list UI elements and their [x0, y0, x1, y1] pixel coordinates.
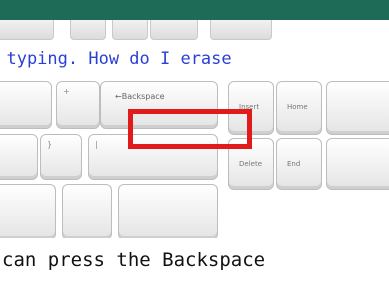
- key-label-bracket: }: [47, 140, 53, 149]
- key-row3: [62, 184, 112, 238]
- keyboard-top-row: [0, 20, 389, 40]
- key-page-down: [326, 138, 389, 190]
- key-row3: [118, 184, 218, 238]
- key-label-home: Home: [287, 103, 308, 111]
- backspace-highlight-box: [128, 109, 252, 149]
- key-home: Home: [276, 81, 322, 135]
- key-top: [150, 20, 198, 40]
- key-label-backspace: ←Backspace: [115, 92, 165, 101]
- key-bracket: [0, 81, 52, 129]
- key-plus-equals: +: [56, 81, 100, 129]
- key-label-delete: Delete: [239, 160, 262, 168]
- key-label-pipe: |: [95, 140, 98, 149]
- key-page-up: [326, 81, 389, 135]
- key-brace: [0, 134, 38, 180]
- key-top: [70, 20, 106, 40]
- key-top: [112, 20, 148, 40]
- key-bracket-close: }: [40, 134, 82, 180]
- top-banner: [0, 0, 389, 20]
- key-label-plus: +: [63, 87, 70, 96]
- key-end: End: [276, 138, 322, 190]
- key-top: [0, 20, 54, 40]
- key-row3: [0, 184, 56, 238]
- key-label-end: End: [287, 160, 301, 168]
- keyboard-image: + ←Backspace Insert Home } | Delete End: [0, 78, 389, 238]
- question-text: e typing. How do I erase: [0, 49, 232, 69]
- key-top: [210, 20, 272, 40]
- answer-text: can press the Backspace: [2, 249, 266, 271]
